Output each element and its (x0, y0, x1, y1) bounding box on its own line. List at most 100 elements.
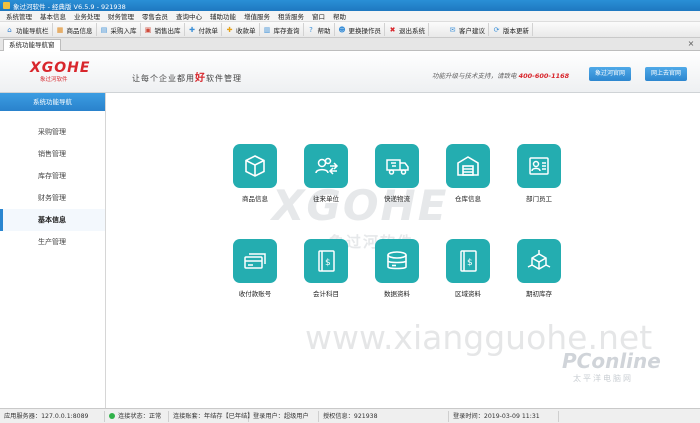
sidebar-item-production[interactable]: 生产管理 (0, 231, 105, 253)
database-icon (375, 239, 419, 283)
tile-label: 收付款账号 (238, 290, 272, 298)
tile-label: 仓库信息 (455, 195, 481, 203)
toolbar-button-receipt[interactable]: ✚ 收款单 (222, 23, 260, 36)
toolbar-button-switch-user[interactable]: ☻ 更换操作员 (335, 23, 385, 36)
menu-lease[interactable]: 租赁服务 (274, 11, 308, 21)
brand-name: XGOHE (30, 60, 91, 76)
toolbar-button-feedback[interactable]: ✉ 客户建议 (445, 23, 489, 36)
purchase-icon: ▤ (100, 25, 108, 34)
watermark-pconline: PConline (562, 349, 661, 373)
toolbar-label: 功能导航栏 (16, 26, 49, 35)
tile-accounting-subjects[interactable]: $ 会计科目 (296, 239, 356, 298)
document-icon: $ (446, 239, 490, 283)
close-icon[interactable]: × (686, 39, 696, 49)
menu-value-added[interactable]: 增值服务 (240, 11, 274, 21)
menu-system[interactable]: 系统管理 (2, 11, 36, 21)
window-titlebar: 象过河软件 - 经典版 V6.5.9 - 921938 (0, 0, 700, 11)
tile-department-staff[interactable]: 部门员工 (509, 144, 569, 203)
watermark-url: www.xiangguohe.net (305, 318, 653, 357)
switch-user-icon: ☻ (338, 25, 346, 34)
tile-opening-inventory[interactable]: 期初库存 (509, 239, 569, 298)
receipt-icon: ✚ (226, 25, 233, 34)
tile-contacts[interactable]: 往来单位 (296, 144, 356, 203)
tile-label: 期初库存 (526, 290, 552, 298)
menu-basic-info[interactable]: 基本信息 (36, 11, 70, 21)
main-panel: XGOHE 象过河软件 www.xiangguohe.net PConline … (107, 93, 700, 408)
feedback-icon: ✉ (449, 25, 456, 34)
toolbar-label: 退出系统 (399, 26, 425, 35)
status-bar: 应用服务器：127.0.0.1:8089 连接状态：正常 连接账套：年结存【已年… (0, 408, 700, 423)
toolbar-label: 采购入库 (110, 26, 137, 35)
warehouse-icon (446, 144, 490, 188)
svg-text:$: $ (325, 258, 331, 268)
bank-card-icon (233, 239, 277, 283)
tile-label: 往来单位 (313, 195, 339, 203)
menu-window[interactable]: 窗口 (308, 11, 329, 21)
tile-data-records[interactable]: 数据资料 (367, 239, 427, 298)
window-title: 象过河软件 - 经典版 V6.5.9 - 921938 (13, 2, 126, 11)
toolbar-label: 更换操作员 (348, 26, 382, 35)
online-site-button[interactable]: 网上去官网 (645, 67, 688, 81)
sales-icon: ▣ (144, 25, 152, 34)
home-icon: ⌂ (7, 25, 12, 34)
toolbar-button-sales[interactable]: ▣ 销售出库 (141, 23, 185, 36)
toolbar-button-product[interactable]: ▦ 商品信息 (53, 23, 97, 36)
menu-retail[interactable]: 零售会员 (138, 11, 172, 21)
box-icon (233, 144, 277, 188)
toolbar-label: 库存查询 (273, 26, 300, 35)
tile-warehouse[interactable]: 仓库信息 (438, 144, 498, 203)
tile-express[interactable]: 快递物流 (367, 144, 427, 203)
tab-strip: 系统功能导航窗 × (0, 38, 700, 51)
sidebar-item-purchase[interactable]: 采购管理 (0, 121, 105, 143)
sidebar-item-basic-info[interactable]: 基本信息 (0, 209, 105, 231)
sidebar-item-inventory[interactable]: 库存管理 (0, 165, 105, 187)
status-account: 连接账套：年结存【已年结】 (169, 410, 253, 422)
toolbar-label: 帮助 (317, 26, 331, 35)
toolbar-button-payment[interactable]: ✚ 付款单 (185, 23, 222, 36)
ledger-icon: $ (304, 239, 348, 283)
toolbar-label: 版本更新 (503, 26, 529, 35)
slogan-part-c: 软件管理 (206, 74, 242, 83)
support-phone: 400-600-1168 (518, 72, 570, 80)
status-connection: 连接状态：正常 (105, 410, 169, 422)
contacts-icon (304, 144, 348, 188)
tile-region-records[interactable]: $ 区域资料 (438, 239, 498, 298)
brand-logo: XGOHE 象过河软件 (30, 60, 90, 83)
tile-payment-accounts[interactable]: 收付款账号 (225, 239, 285, 298)
toolbar-button-help[interactable]: ? 帮助 (304, 23, 335, 36)
menu-finance[interactable]: 财务管理 (104, 11, 138, 21)
inventory-icon: ▥ (263, 25, 271, 34)
toolbar-label: 销售出库 (154, 26, 181, 35)
slogan-highlight: 好 (195, 73, 206, 84)
tile-label: 区域资料 (455, 290, 481, 298)
slogan-part-a: 让每个企业都用 (132, 74, 195, 83)
support-text: 功能升级与技术支持，请致电 (432, 72, 517, 80)
toolbar-button-purchase[interactable]: ▤ 采购入库 (97, 23, 141, 36)
menu-business[interactable]: 业务处理 (70, 11, 104, 21)
menu-bar: 系统管理 基本信息 业务处理 财务管理 零售会员 查询中心 辅助功能 增值服务 … (0, 11, 700, 22)
toolbar-button-update[interactable]: ⟳ 版本更新 (489, 23, 533, 36)
tile-product-info[interactable]: 商品信息 (225, 144, 285, 203)
header-banner: XGOHE 象过河软件 让每个企业都用好软件管理 功能升级与技术支持，请致电 4… (0, 51, 700, 93)
sidebar-list: 采购管理 销售管理 库存管理 财务管理 基本信息 生产管理 (0, 121, 105, 253)
menu-query[interactable]: 查询中心 (172, 11, 206, 21)
tile-label: 快递物流 (384, 195, 410, 203)
toolbar-button-inventory[interactable]: ▥ 库存查询 (260, 23, 304, 36)
tile-label: 会计科目 (313, 290, 339, 298)
toolbar: ⌂ 功能导航栏 ▦ 商品信息 ▤ 采购入库 ▣ 销售出库 ✚ 付款单 ✚ 收款单 ▥ 库存查询? 帮助 ☻ 更换… (0, 22, 700, 38)
exit-icon: ✖ (389, 25, 396, 34)
status-license: 授权信息：921938 (319, 410, 449, 422)
menu-help[interactable]: 帮助 (329, 11, 350, 21)
support-info: 功能升级与技术支持，请致电 400-600-1168 (432, 70, 569, 80)
official-site-button[interactable]: 象过河官网 (589, 67, 632, 81)
menu-aux[interactable]: 辅助功能 (206, 11, 240, 21)
sidebar-item-finance[interactable]: 财务管理 (0, 187, 105, 209)
status-login-time: 登录时间：2019-03-09 11:31 (449, 410, 559, 422)
sidebar: 系统功能导航 采购管理 销售管理 库存管理 财务管理 基本信息 生产管理 (0, 93, 106, 408)
app-icon (3, 2, 10, 9)
status-server: 应用服务器：127.0.0.1:8089 (0, 410, 105, 422)
tab-nav-window[interactable]: 系统功能导航窗 (3, 39, 61, 51)
sidebar-item-sales[interactable]: 销售管理 (0, 143, 105, 165)
toolbar-button-exit[interactable]: ✖ 退出系统 (385, 23, 429, 36)
toolbar-button-home[interactable]: ⌂ 功能导航栏 (2, 23, 53, 36)
